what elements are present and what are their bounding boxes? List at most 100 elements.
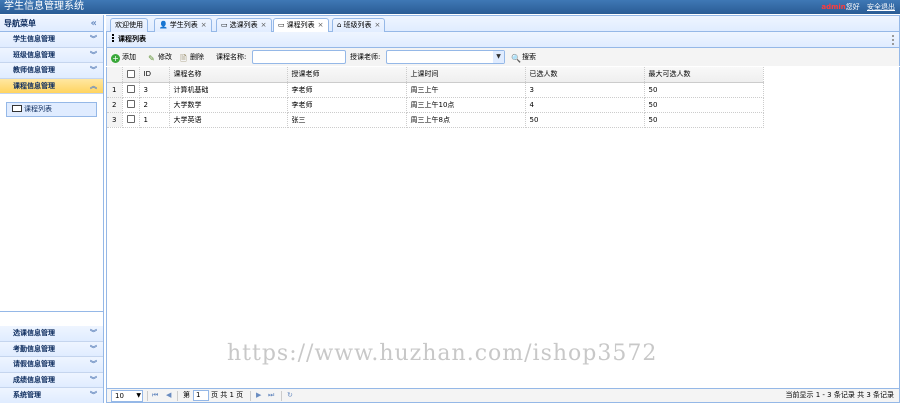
chevron-down-icon: ︾ <box>90 391 97 399</box>
table-header-row: ID 课程名称 授课老师 上课时间 已选人数 最大可选人数 <box>107 67 764 83</box>
panel-title: 课程列表 <box>118 35 146 43</box>
sidebar-section-courses-body: 课程列表 <box>0 94 103 312</box>
panel-resize-handle[interactable] <box>892 35 894 45</box>
next-page-icon[interactable]: ▶ <box>256 389 261 402</box>
sidebar-section-grades[interactable]: 成绩信息管理 ︾ <box>0 372 103 388</box>
select-all-checkbox[interactable] <box>126 69 135 78</box>
sidebar-section-enrollment[interactable]: 选课信息管理 ︾ <box>0 326 103 342</box>
row-checkbox-cell <box>122 97 140 113</box>
close-icon[interactable]: × <box>201 21 207 29</box>
sidebar-section-leave[interactable]: 请假信息管理 ︾ <box>0 357 103 373</box>
cell-selected-count: 3 <box>525 82 645 98</box>
page-label-after: 页 共 1 页 <box>211 391 244 399</box>
grip-icon <box>112 34 114 42</box>
section-label: 学生信息管理 <box>13 35 55 43</box>
chevron-down-icon: ▼ <box>136 392 141 399</box>
edit-button[interactable]: ✎ 修改 <box>147 48 172 66</box>
app-title: 学生信息管理系统 <box>4 1 84 12</box>
panel-header: 课程列表 <box>106 32 900 48</box>
chevron-down-icon: ▼ <box>493 51 504 63</box>
first-page-icon[interactable]: ⏮ <box>152 389 158 402</box>
chevron-down-icon: ︾ <box>90 66 97 74</box>
app-header: 学生信息管理系统 admin您好 安全退出 <box>0 0 900 14</box>
row-number: 2 <box>107 97 123 113</box>
pager-separator <box>177 391 178 401</box>
add-button[interactable]: + 添加 <box>111 48 136 66</box>
cell-teacher: 李老师 <box>287 97 407 113</box>
cell-selected-count: 50 <box>525 112 645 128</box>
teacher-select[interactable]: ▼ <box>386 50 505 64</box>
table-row[interactable]: 2 2 大学数学 李老师 周三上午10点 4 50 <box>107 97 764 113</box>
link-label: 课程列表 <box>24 105 52 113</box>
tab-student-list[interactable]: 👤 学生列表 × <box>154 18 212 33</box>
prev-page-icon[interactable]: ◀ <box>166 389 171 402</box>
row-checkbox[interactable] <box>126 115 135 123</box>
delete-button[interactable]: 🗎 删除 <box>179 48 204 66</box>
course-table: ID 课程名称 授课老师 上课时间 已选人数 最大可选人数 1 3 计算机基础 … <box>107 67 764 128</box>
sidebar-title: 导航菜单 <box>4 19 36 28</box>
cell-teacher: 李老师 <box>287 82 407 98</box>
current-user: admin <box>821 3 846 11</box>
select-all-cell <box>122 67 140 83</box>
tab-label: 课程列表 <box>286 21 315 29</box>
sidebar-link-course-list[interactable]: 课程列表 <box>6 102 97 117</box>
tab-bar: 欢迎使用 👤 学生列表 × ▭ 选课列表 × ▭ 课程列表 × ⌂ 班级列表 × <box>106 15 900 34</box>
cell-max-count: 50 <box>644 97 764 113</box>
tab-welcome[interactable]: 欢迎使用 <box>110 18 148 33</box>
teacher-label: 授课老师: <box>350 53 381 61</box>
cell-time: 周三上午8点 <box>406 112 526 128</box>
refresh-icon[interactable]: ↻ <box>287 389 293 402</box>
sidebar-section-classes[interactable]: 班级信息管理 ︾ <box>0 47 103 63</box>
cell-course-name: 计算机基础 <box>169 82 288 98</box>
pager-separator <box>147 391 148 401</box>
column-header-course-name[interactable]: 课程名称 <box>169 67 288 83</box>
chevron-down-icon: ︾ <box>90 329 97 337</box>
close-icon[interactable]: × <box>261 21 267 29</box>
tab-label: 学生列表 <box>169 21 198 29</box>
sidebar-section-courses[interactable]: 课程信息管理 ︽ <box>0 78 103 94</box>
close-icon[interactable]: × <box>318 21 324 29</box>
page-size-select[interactable]: 10 ▼ <box>111 390 143 402</box>
row-number-header <box>107 67 123 83</box>
row-checkbox[interactable] <box>126 85 135 93</box>
chevron-down-icon: ︾ <box>90 344 97 353</box>
sidebar-section-system[interactable]: 系统管理 ︾ <box>0 388 103 403</box>
column-header-selected-count[interactable]: 已选人数 <box>525 67 645 83</box>
tab-enrollment-list[interactable]: ▭ 选课列表 × <box>216 18 272 33</box>
chevron-down-icon: ︾ <box>90 375 97 384</box>
table-row[interactable]: 1 3 计算机基础 李老师 周三上午 3 50 <box>107 82 764 98</box>
page-number-input[interactable]: 1 <box>193 390 209 401</box>
cell-id: 2 <box>139 97 170 113</box>
column-header-teacher[interactable]: 授课老师 <box>287 67 407 83</box>
pagination-bar: 10 ▼ ⏮ ◀ 第 1 页 共 1 页 ▶ ⏭ ↻ 当前显示 1 - 3 条记… <box>106 388 900 403</box>
home-icon: ⌂ <box>337 21 342 29</box>
section-label: 教师信息管理 <box>13 66 55 74</box>
cell-course-name: 大学数学 <box>169 97 288 113</box>
sidebar-section-students[interactable]: 学生信息管理 ︾ <box>0 32 103 48</box>
table-row[interactable]: 3 1 大学英语 张三 周三上午8点 50 50 <box>107 112 764 128</box>
course-name-input[interactable] <box>252 50 346 64</box>
row-number: 3 <box>107 112 123 128</box>
sidebar-section-teachers[interactable]: 教师信息管理 ︾ <box>0 63 103 79</box>
tab-class-list[interactable]: ⌂ 班级列表 × <box>332 18 386 33</box>
book-icon: ▭ <box>221 21 228 29</box>
collapse-sidebar-icon[interactable]: « <box>91 15 97 32</box>
column-header-time[interactable]: 上课时间 <box>406 67 526 83</box>
greeting-text: 您好 <box>845 3 860 11</box>
logout-link[interactable]: 安全退出 <box>867 3 895 11</box>
sidebar-section-attendance[interactable]: 考勤信息管理 ︾ <box>0 341 103 357</box>
sidebar: 导航菜单 « 学生信息管理 ︾ 班级信息管理 ︾ 教师信息管理 ︾ 课程信息管理 ︽ 课… <box>0 15 104 403</box>
column-header-max-count[interactable]: 最大可选人数 <box>644 67 764 83</box>
cell-time: 周三上午 <box>406 82 526 98</box>
sidebar-bottom-sections: 选课信息管理 ︾ 考勤信息管理 ︾ 请假信息管理 ︾ 成绩信息管理 ︾ 系统管理 ︾ <box>0 326 103 403</box>
pager-separator <box>281 391 282 401</box>
search-button[interactable]: 🔍搜索 <box>511 48 536 66</box>
toolbar: + 添加 ✎ 修改 🗎 删除 课程名称: 授课老师: ▼ 🔍搜索 <box>106 48 900 66</box>
row-checkbox[interactable] <box>126 100 135 108</box>
column-header-id[interactable]: ID <box>139 67 170 83</box>
cell-time: 周三上午10点 <box>406 97 526 113</box>
close-icon[interactable]: × <box>374 21 380 29</box>
chevron-down-icon: ︾ <box>90 50 97 59</box>
last-page-icon[interactable]: ⏭ <box>268 389 274 402</box>
cell-max-count: 50 <box>644 112 764 128</box>
